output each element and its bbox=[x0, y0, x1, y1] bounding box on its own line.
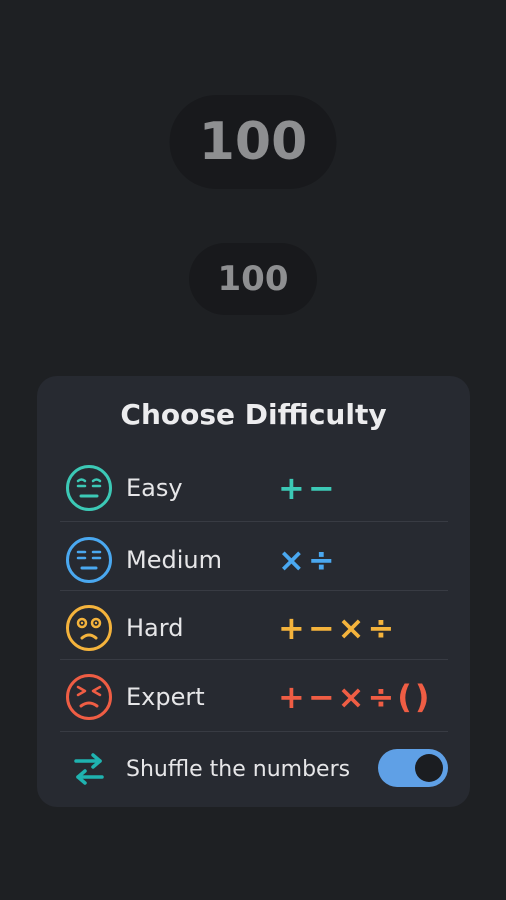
difficulty-label-easy: Easy bbox=[126, 474, 183, 502]
operators-hard: +−×÷ bbox=[278, 609, 398, 647]
difficulty-option-easy[interactable]: Easy +− bbox=[60, 460, 448, 516]
operators-medium: ×÷ bbox=[278, 541, 338, 579]
operators-easy: +− bbox=[278, 469, 338, 507]
shuffle-toggle[interactable] bbox=[378, 749, 448, 787]
difficulty-label-medium: Medium bbox=[126, 546, 222, 574]
divider bbox=[60, 521, 448, 522]
difficulty-label-expert: Expert bbox=[126, 683, 205, 711]
shuffle-row: Shuffle the numbers bbox=[60, 744, 448, 794]
divider bbox=[60, 731, 448, 732]
neutral-face-icon bbox=[66, 537, 112, 583]
target-number-display: 100 bbox=[169, 95, 337, 189]
toggle-knob bbox=[415, 754, 443, 782]
difficulty-label-hard: Hard bbox=[126, 614, 184, 642]
swap-arrows-icon bbox=[74, 753, 104, 785]
divider bbox=[60, 590, 448, 591]
difficulty-option-hard[interactable]: Hard +−×÷ bbox=[60, 600, 448, 656]
panel-title: Choose Difficulty bbox=[120, 398, 387, 431]
divider bbox=[60, 659, 448, 660]
meh-face-icon bbox=[66, 465, 112, 511]
difficulty-option-expert[interactable]: Expert +−×÷() bbox=[60, 669, 448, 725]
difficulty-option-medium[interactable]: Medium ×÷ bbox=[60, 532, 448, 588]
operators-expert: +−×÷() bbox=[278, 678, 433, 716]
angry-face-icon bbox=[66, 674, 112, 720]
current-number-display: 100 bbox=[189, 243, 317, 315]
difficulty-panel: Choose Difficulty Easy +− Medium ×÷ Hard… bbox=[37, 376, 470, 807]
worried-face-icon bbox=[66, 605, 112, 651]
shuffle-label: Shuffle the numbers bbox=[126, 757, 351, 782]
